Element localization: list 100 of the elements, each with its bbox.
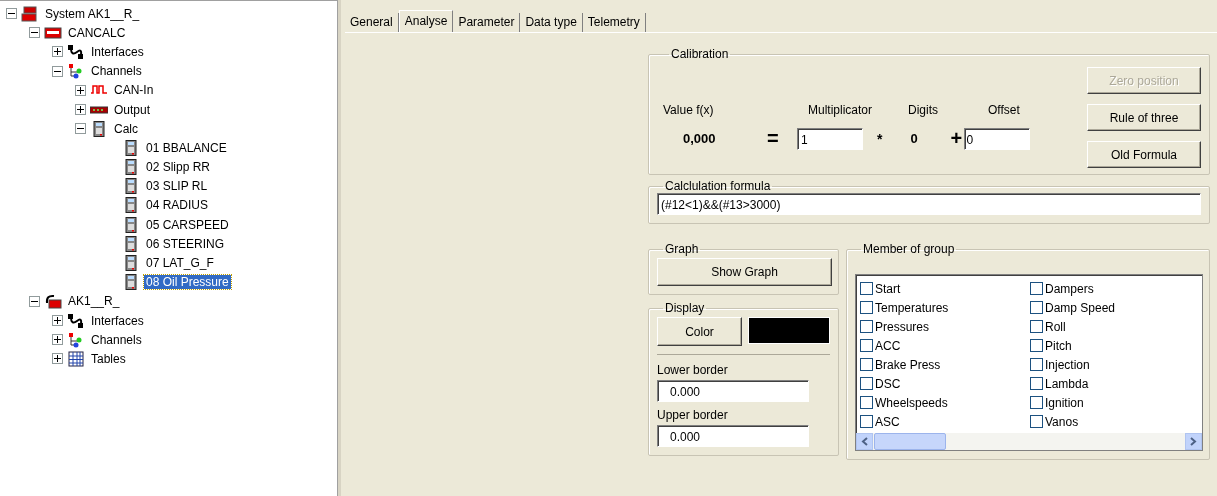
action-button[interactable]: Rule of three [1087, 104, 1201, 131]
checkbox-label: Pressures [875, 319, 930, 334]
field-label: Digits [908, 103, 939, 117]
checkbox[interactable] [860, 377, 873, 390]
expand-icon[interactable] [75, 104, 86, 116]
tree-item[interactable]: AK1__R_ [66, 294, 122, 309]
scroll-right-icon[interactable] [1185, 433, 1202, 450]
checkbox[interactable] [1030, 282, 1043, 295]
checkbox-label: Dampers [1045, 281, 1094, 296]
expand-icon[interactable] [75, 84, 86, 96]
tree-item[interactable]: Channels [89, 64, 144, 79]
formula-field[interactable]: (#12<1)&&(#13>3000) [657, 193, 1201, 215]
checkbox[interactable] [1030, 415, 1043, 428]
tree-item[interactable]: 02 Slipp RR [144, 160, 213, 175]
checkbox[interactable] [860, 282, 873, 295]
tree-item[interactable]: Channels [89, 332, 144, 347]
tree-item[interactable]: 01 BBALANCE [144, 140, 229, 155]
upper-border-field[interactable]: 0.000 [657, 425, 809, 447]
checkbox-label: Vanos [1045, 414, 1079, 429]
cable-icon [67, 312, 85, 329]
calculator-icon [122, 255, 140, 272]
field-label: Offset [988, 103, 1020, 117]
expand-icon[interactable] [52, 353, 63, 365]
tree-item[interactable]: CAN-In [112, 83, 156, 98]
tree-item[interactable]: 06 STEERING [144, 236, 227, 251]
checkbox[interactable] [1030, 377, 1043, 390]
checkbox[interactable] [860, 301, 873, 314]
checkbox-label: Start [875, 281, 901, 296]
checkbox-label: Damp Speed [1045, 300, 1116, 315]
field-label: Upper border [657, 408, 728, 422]
collapse-icon[interactable] [75, 123, 86, 135]
tree-item[interactable]: 03 SLIP RL [144, 179, 210, 194]
digits-readout: 0 [910, 131, 919, 146]
scroll-left-icon[interactable] [856, 433, 873, 450]
checkbox[interactable] [1030, 320, 1043, 333]
tree-item[interactable]: 07 LAT_G_F [144, 256, 216, 271]
tree-item[interactable]: 05 CARSPEED [144, 217, 231, 232]
checkbox-label: Injection [1045, 357, 1090, 372]
collapse-icon[interactable] [52, 65, 63, 77]
calculator-icon [90, 120, 108, 137]
checkbox-label: Ignition [1045, 395, 1084, 410]
group-title: Member of group [862, 242, 956, 256]
offset-field[interactable]: 0 [964, 127, 1031, 150]
expand-icon[interactable] [52, 315, 63, 327]
checkbox-label: Temperatures [875, 300, 949, 315]
tree-item[interactable]: Calc [112, 121, 140, 136]
calculator-icon [122, 274, 140, 291]
device-cable-icon [44, 293, 62, 310]
tree-item[interactable]: Interfaces [89, 44, 146, 59]
show-graph-button[interactable]: Show Graph [657, 258, 832, 286]
field-label: Lower border [657, 363, 728, 377]
collapse-icon[interactable] [29, 295, 40, 307]
checkbox[interactable] [1030, 301, 1043, 314]
collapse-icon[interactable] [6, 8, 17, 20]
cable-icon [67, 43, 85, 60]
device-stack-icon [21, 5, 39, 22]
checkbox-label: Roll [1045, 319, 1066, 334]
expand-icon[interactable] [52, 46, 63, 58]
checkbox[interactable] [860, 396, 873, 409]
times-sign: * [877, 130, 883, 147]
calculator-icon [122, 139, 140, 156]
checkbox[interactable] [1030, 339, 1043, 352]
checkbox-label: ACC [875, 338, 901, 353]
calculator-icon [122, 235, 140, 252]
tree-item[interactable]: CANCALC [66, 25, 128, 40]
tree-item[interactable]: System AK1__R_ [43, 6, 142, 21]
tree-item[interactable]: 04 RADIUS [144, 198, 211, 213]
collapse-icon[interactable] [29, 27, 40, 39]
checkbox-label: Wheelspeeds [875, 395, 948, 410]
checkbox[interactable] [860, 339, 873, 352]
lower-border-field[interactable]: 0.000 [657, 380, 809, 402]
checkbox[interactable] [1030, 396, 1043, 409]
group-title: Display [664, 301, 706, 315]
tree-item[interactable]: Interfaces [89, 313, 146, 328]
group-title: Calibration [670, 47, 730, 61]
multiplicator-field[interactable]: 1 [797, 127, 863, 150]
checkbox-label: Brake Press [875, 357, 941, 372]
checkbox[interactable] [860, 358, 873, 371]
tree-item[interactable]: Output [112, 102, 153, 117]
calculator-icon [122, 159, 140, 176]
checkbox-label: Lambda [1045, 376, 1089, 391]
expand-icon[interactable] [52, 334, 63, 346]
equals-sign: = [767, 127, 780, 150]
checkbox[interactable] [860, 320, 873, 333]
device-icon [44, 24, 62, 41]
group-title: Graph [664, 242, 700, 256]
action-button[interactable]: Old Formula [1087, 141, 1201, 168]
checkbox-label: Pitch [1045, 338, 1072, 353]
scroll-thumb[interactable] [874, 433, 946, 450]
calculator-icon [122, 178, 140, 195]
checkbox[interactable] [860, 415, 873, 428]
tree-item[interactable]: Tables [89, 351, 128, 366]
checkbox[interactable] [1030, 358, 1043, 371]
field-label: Multiplicator [808, 103, 874, 117]
tree-item[interactable]: 08 Oil Pressure [144, 275, 231, 290]
checkbox-label: ASC [875, 414, 900, 429]
calculator-icon [122, 216, 140, 233]
value-readout: 0,000 [682, 131, 717, 146]
color-button[interactable]: Color [657, 317, 742, 346]
calculator-icon [122, 197, 140, 214]
